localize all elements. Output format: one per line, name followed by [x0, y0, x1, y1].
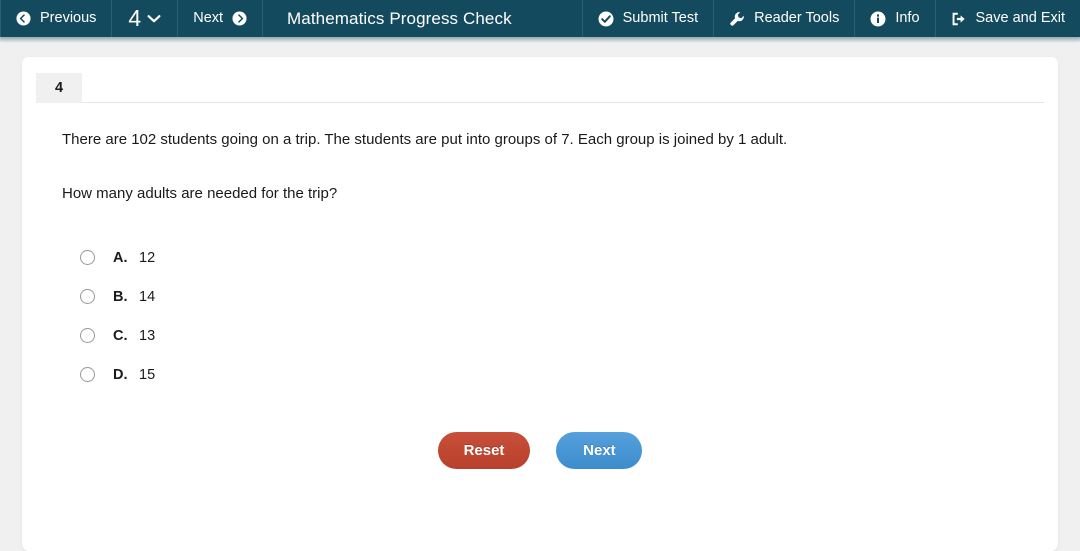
test-title-container: Mathematics Progress Check: [263, 0, 583, 37]
save-and-exit-label: Save and Exit: [975, 10, 1065, 27]
answer-option-a[interactable]: A. 12: [80, 238, 1018, 277]
radio-button-a[interactable]: [80, 250, 95, 265]
answer-option-b[interactable]: B. 14: [80, 277, 1018, 316]
next-button[interactable]: Next: [556, 432, 643, 469]
option-letter-c: C.: [113, 327, 128, 344]
reader-tools-button[interactable]: Reader Tools: [714, 0, 856, 37]
info-label: Info: [895, 10, 920, 27]
test-title: Mathematics Progress Check: [287, 8, 512, 28]
question-number-dropdown[interactable]: 4: [112, 0, 179, 37]
previous-question-button[interactable]: Previous: [0, 0, 113, 37]
current-question-number: 4: [128, 5, 142, 31]
option-text-a: 12: [139, 249, 156, 266]
top-bar-tools: Submit Test Reader Tools Info Save and E…: [583, 0, 1080, 37]
header-divider: [82, 101, 1044, 103]
question-card: 4 There are 102 students going on a trip…: [22, 57, 1058, 551]
question-number-badge: 4: [36, 73, 82, 103]
next-label: Next: [193, 10, 224, 27]
answer-option-d[interactable]: D. 15: [80, 355, 1018, 394]
submit-test-button[interactable]: Submit Test: [583, 0, 715, 37]
reader-tools-label: Reader Tools: [754, 10, 840, 27]
previous-label: Previous: [40, 10, 97, 27]
option-text-d: 15: [139, 366, 156, 383]
answer-option-c[interactable]: C. 13: [80, 316, 1018, 355]
radio-button-b[interactable]: [80, 289, 95, 304]
next-question-button[interactable]: Next: [178, 0, 264, 37]
question-stem-line-1: There are 102 students going on a trip. …: [62, 131, 788, 148]
reset-button[interactable]: Reset: [437, 432, 531, 469]
chevron-down-icon: [147, 14, 161, 24]
question-stem-line-2: How many adults are needed for the trip?: [62, 184, 338, 202]
option-text-c: 13: [139, 327, 156, 344]
top-navigation-bar: Previous 4 Next Mathematics Progress Che…: [0, 0, 1080, 43]
radio-button-d[interactable]: [80, 367, 95, 382]
answer-options-list: A. 12 B. 14 C. 13 D. 15: [62, 238, 1018, 394]
arrow-right-circle-icon: [232, 11, 247, 26]
arrow-left-circle-icon: [16, 11, 31, 26]
save-and-exit-button[interactable]: Save and Exit: [936, 0, 1080, 37]
exit-door-icon: [951, 11, 967, 27]
page-body: 4 There are 102 students going on a trip…: [0, 37, 1080, 551]
option-letter-a: A.: [113, 249, 128, 266]
option-text-b: 14: [139, 288, 156, 305]
submit-test-label: Submit Test: [622, 10, 699, 27]
option-letter-b: B.: [113, 288, 128, 305]
check-circle-icon: [598, 11, 614, 27]
radio-button-c[interactable]: [80, 328, 95, 343]
option-letter-d: D.: [113, 366, 128, 383]
question-header: 4: [36, 73, 1044, 103]
question-body: There are 102 students going on a trip. …: [36, 129, 1044, 469]
action-buttons: Reset Next: [62, 432, 1018, 469]
wrench-icon: [729, 11, 745, 27]
info-button[interactable]: Info: [855, 0, 936, 37]
info-circle-icon: [870, 11, 886, 27]
